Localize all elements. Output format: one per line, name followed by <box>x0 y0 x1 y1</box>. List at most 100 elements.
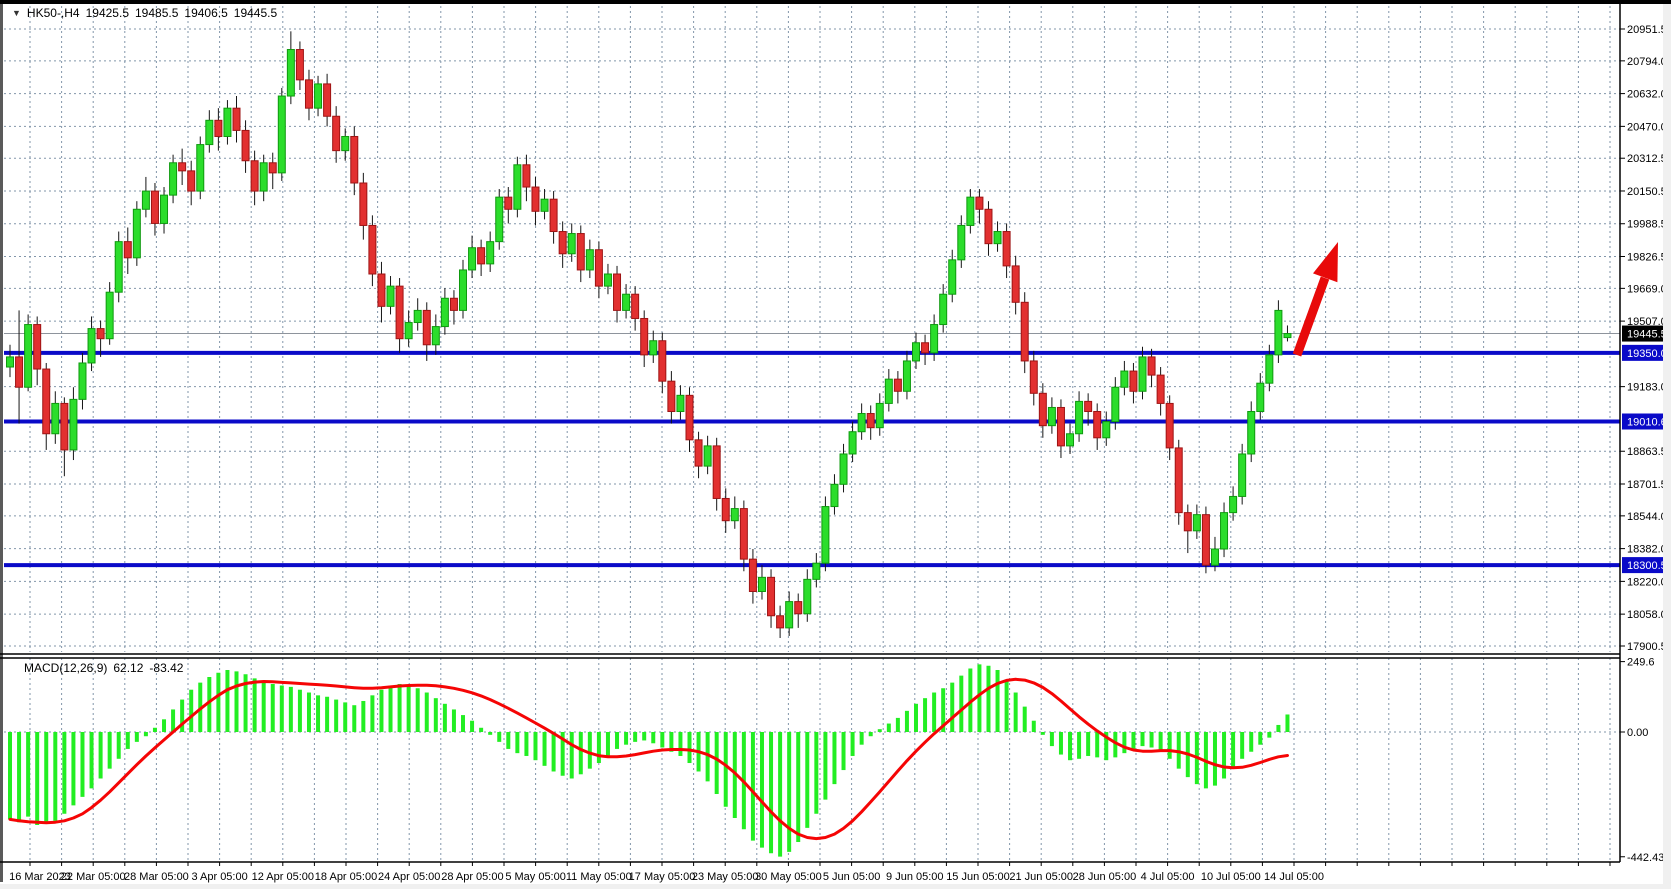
candle-body <box>34 325 41 369</box>
candle-body <box>813 563 820 579</box>
level-price-badge-label: 19010.6 <box>1627 416 1667 428</box>
candle-body <box>1103 422 1110 438</box>
window-left-border <box>0 4 3 882</box>
candle-body <box>1202 515 1209 566</box>
candle-body <box>867 414 874 428</box>
time-tick-label: 11 May 05:00 <box>566 871 632 883</box>
candle-body <box>414 310 421 322</box>
candle-body <box>577 234 584 270</box>
candle-body <box>1048 407 1055 425</box>
candle-body <box>541 199 548 211</box>
ohlc-low: 19406.5 <box>184 6 227 20</box>
time-tick-label: 22 Mar 05:00 <box>61 871 126 883</box>
candle-body <box>1139 357 1146 391</box>
time-tick-label: 28 Jun 05:00 <box>1073 871 1137 883</box>
candle-body <box>695 440 702 466</box>
candle-body <box>903 361 910 391</box>
candle-body <box>278 96 285 173</box>
candle-body <box>1248 412 1255 454</box>
ohlc-high: 19485.5 <box>135 6 178 20</box>
candle-body <box>251 161 258 191</box>
candle-body <box>7 357 14 367</box>
candle-body <box>142 191 149 209</box>
level-price-badge-label: 19350.0 <box>1627 348 1667 360</box>
candle-body <box>360 183 367 225</box>
candle-body <box>124 242 131 258</box>
candle-body <box>514 165 521 209</box>
time-tick-label: 9 Jun 05:00 <box>886 871 944 883</box>
candle-body <box>559 232 566 254</box>
symbol-dropdown-icon[interactable]: ▼ <box>12 8 21 18</box>
price-tick-label: 18701.5 <box>1627 479 1667 491</box>
price-tick-label: 18220.0 <box>1627 576 1667 588</box>
candle-body <box>623 294 630 310</box>
candle-body <box>722 498 729 520</box>
candle-body <box>269 163 276 173</box>
time-tick-label: 12 Apr 05:00 <box>252 871 314 883</box>
price-tick-label: 18544.0 <box>1627 511 1667 523</box>
candle-body <box>777 616 784 628</box>
candle-body <box>151 191 158 223</box>
candle-body <box>1112 387 1119 421</box>
macd-value-main: 62.12 <box>113 661 143 675</box>
price-tick-label: 19183.0 <box>1627 382 1667 394</box>
candle-body <box>1221 513 1228 549</box>
macd-indicator-label: MACD(12,26,9) 62.12 -83.42 <box>24 661 183 675</box>
candle-body <box>1121 371 1128 387</box>
candle-body <box>1030 361 1037 393</box>
candle-body <box>967 197 974 225</box>
candle-body <box>931 325 938 353</box>
window-bottom-margin <box>0 884 1671 889</box>
candle-body <box>441 298 448 326</box>
candle-body <box>604 274 611 286</box>
candle-body <box>804 579 811 613</box>
candle-body <box>550 199 557 231</box>
candle-body <box>224 108 231 136</box>
candle-body <box>206 120 213 144</box>
candle-body <box>840 454 847 484</box>
candle-body <box>894 379 901 391</box>
candle-body <box>97 329 104 339</box>
candle-body <box>650 341 657 355</box>
price-tick-label: 19826.5 <box>1627 252 1667 264</box>
candle-body <box>1275 310 1282 354</box>
time-tick-label: 15 Jun 05:00 <box>946 871 1010 883</box>
price-tick-label: 20632.0 <box>1627 89 1667 101</box>
candle-body <box>994 232 1001 244</box>
candle-body <box>324 84 331 116</box>
candle-body <box>758 577 765 591</box>
candle-body <box>260 163 267 191</box>
macd-tick-label: 0.00 <box>1627 727 1648 739</box>
candle-body <box>686 395 693 439</box>
candle-body <box>1094 412 1101 438</box>
candle-body <box>478 248 485 264</box>
macd-tick-label: 249.6 <box>1627 657 1655 669</box>
candle-body <box>586 250 593 270</box>
candle-body <box>70 399 77 450</box>
candle-body <box>378 274 385 306</box>
candle-body <box>351 136 358 183</box>
candle-body <box>1257 383 1264 411</box>
candle-body <box>1230 496 1237 512</box>
symbol-period-label: HK50-,H4 <box>27 6 80 20</box>
candle-body <box>405 323 412 339</box>
candle-body <box>1211 549 1218 565</box>
candle-body <box>52 403 59 433</box>
time-tick-label: 23 May 05:00 <box>692 871 759 883</box>
time-tick-label: 30 May 05:00 <box>755 871 822 883</box>
time-tick-label: 4 Jul 05:00 <box>1141 871 1195 883</box>
candle-body <box>179 163 186 171</box>
candle-body <box>768 577 775 615</box>
candle-body <box>333 116 340 150</box>
candle-body <box>1012 266 1019 302</box>
candle-body <box>740 509 747 560</box>
candle-body <box>822 507 829 564</box>
candle-body <box>106 292 113 339</box>
window-top-border <box>0 0 1671 4</box>
time-tick-label: 28 Apr 05:00 <box>441 871 503 883</box>
candle-body <box>795 602 802 614</box>
candle-body <box>315 84 322 108</box>
candle-body <box>305 80 312 108</box>
candle-body <box>568 234 575 254</box>
candle-body <box>25 325 32 388</box>
